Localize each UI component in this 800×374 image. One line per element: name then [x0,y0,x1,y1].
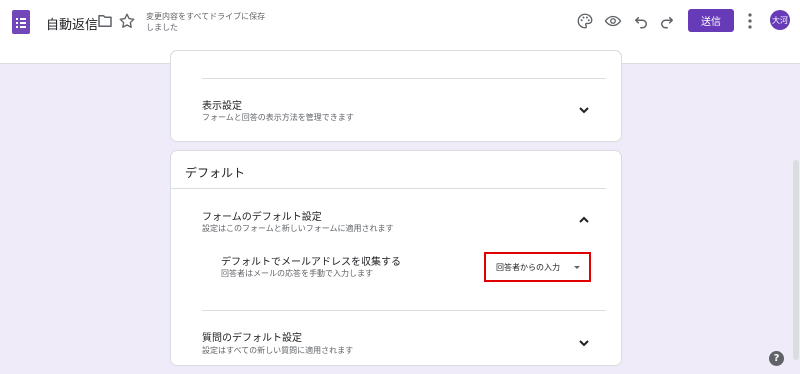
chevron-down-icon[interactable] [577,336,591,350]
dropdown-selected-value: 回答者からの入力 [496,263,560,272]
question-defaults-title: 質問のデフォルト設定 [202,333,302,344]
presentation-card [170,50,622,142]
preview-eye-icon[interactable] [604,12,622,30]
dropdown-arrow-icon [574,266,580,269]
more-vert-icon[interactable] [746,11,754,31]
folder-icon[interactable] [96,12,114,30]
avatar[interactable]: 大河 [770,10,790,30]
scrollbar-thumb[interactable] [793,160,799,360]
send-button[interactable]: 送信 [688,9,734,32]
presentation-settings-title: 表示設定 [202,101,242,112]
star-icon[interactable] [118,12,136,30]
chevron-down-icon[interactable] [577,103,591,117]
help-icon[interactable]: ? [769,351,784,366]
divider [171,188,606,189]
form-defaults-title: フォームのデフォルト設定 [202,212,322,223]
save-status: 変更内容をすべてドライブに保存しました [146,12,266,32]
forms-app-icon[interactable] [12,10,30,34]
form-defaults-subtitle: 設定はこのフォームと新しいフォームに適用されます [202,224,394,233]
divider [202,78,606,79]
chevron-up-icon[interactable] [577,213,591,227]
divider [202,310,606,311]
redo-icon[interactable] [658,12,676,30]
presentation-settings-subtitle: フォームと回答の表示方法を管理できます [202,113,354,122]
collect-email-subtitle: 回答者はメールの応答を手動で入力します [221,269,373,278]
collect-email-title: デフォルトでメールアドレスを収集する [221,257,401,268]
palette-icon[interactable] [576,12,594,30]
undo-icon[interactable] [632,12,650,30]
question-defaults-subtitle: 設定はすべての新しい質問に適用されます [202,346,354,355]
collect-email-dropdown[interactable]: 回答者からの入力 [484,252,591,282]
defaults-section-title: デフォルト [185,166,246,180]
form-title[interactable]: 自動返信 [46,14,98,33]
